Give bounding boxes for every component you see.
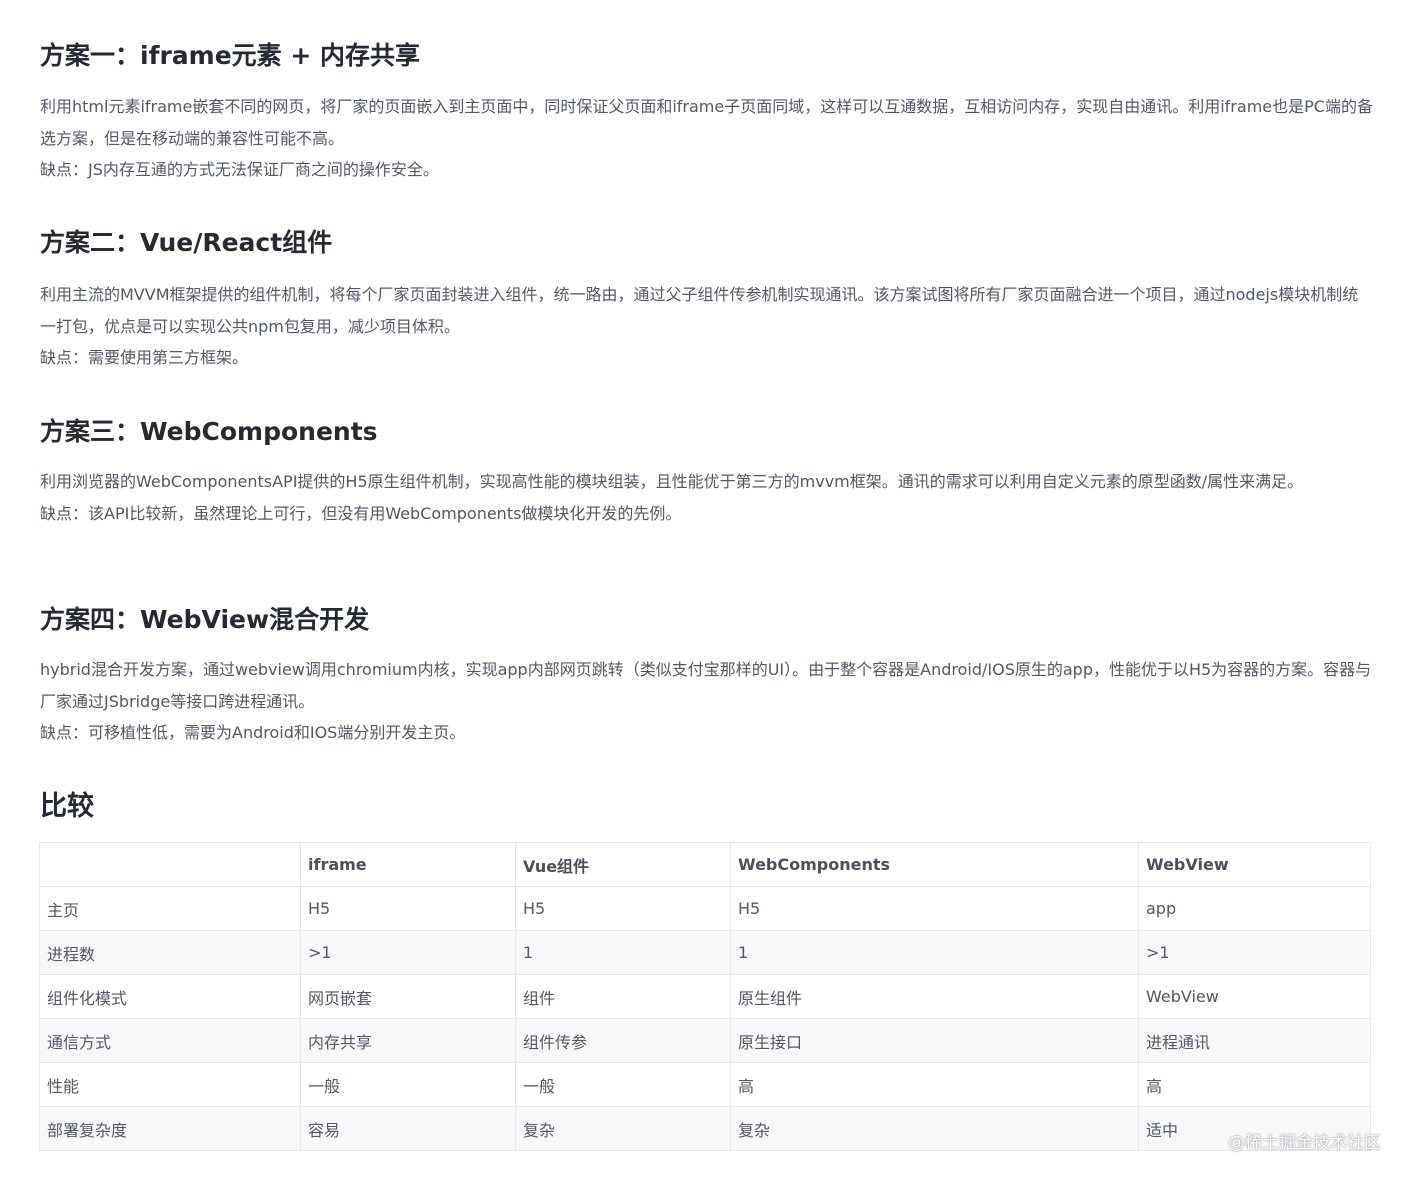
table-cell: 组件: [515, 974, 731, 1019]
section-paragraph: 利用主流的MVVM框架提供的组件机制，将每个厂家页面封装进入组件，统一路由，通过…: [40, 285, 1359, 336]
section-drawback: 缺点：可移植性低，需要为Android和IOS端分别开发主页。: [40, 723, 466, 742]
section-body-webview: hybrid混合开发方案，通过webview调用chromium内核，实现app…: [40, 654, 1374, 749]
section-title-webview: 方案四：WebView混合开发: [40, 605, 370, 634]
table-row: 组件化模式 网页嵌套 组件 原生组件 WebView: [39, 974, 1371, 1019]
table-cell: 网页嵌套: [300, 974, 516, 1019]
section-paragraph: 利用html元素iframe嵌套不同的网页，将厂家的页面嵌入到主页面中，同时保证…: [40, 97, 1373, 148]
table-cell: 组件传参: [515, 1018, 731, 1063]
table-cell: H5: [730, 886, 1139, 931]
table-row: 主页 H5 H5 H5 app: [39, 886, 1371, 931]
table-header-cell: [39, 842, 301, 887]
section-title-iframe: 方案一：iframe元素 + 内存共享: [40, 41, 421, 70]
table-cell: 通信方式: [39, 1018, 301, 1063]
section-drawback: 缺点：需要使用第三方框架。: [40, 348, 249, 367]
section-paragraph: 利用浏览器的WebComponentsAPI提供的H5原生组件机制，实现高性能的…: [40, 472, 1304, 491]
section-body-vue-react: 利用主流的MVVM框架提供的组件机制，将每个厂家页面封装进入组件，统一路由，通过…: [40, 279, 1374, 374]
table-cell: 部署复杂度: [39, 1106, 301, 1151]
comparison-title: 比较: [40, 791, 94, 822]
table-cell: 一般: [300, 1062, 516, 1107]
table-header-row: iframe Vue组件 WebComponents WebView: [39, 842, 1371, 887]
section-paragraph: hybrid混合开发方案，通过webview调用chromium内核，实现app…: [40, 660, 1372, 711]
table-header-cell: WebComponents: [730, 842, 1139, 887]
table-cell: 高: [1138, 1062, 1371, 1107]
table-cell: H5: [300, 886, 516, 931]
table-row: 性能 一般 一般 高 高: [39, 1062, 1371, 1107]
table-cell: H5: [515, 886, 731, 931]
section-title-webcomponents: 方案三：WebComponents: [40, 417, 378, 446]
watermark: @稀土掘金技术社区: [1228, 1133, 1381, 1153]
table-cell: 一般: [515, 1062, 731, 1107]
section-body-iframe: 利用html元素iframe嵌套不同的网页，将厂家的页面嵌入到主页面中，同时保证…: [40, 91, 1374, 186]
table-row: 进程数 >1 1 1 >1: [39, 930, 1371, 975]
section-drawback: 缺点：JS内存互通的方式无法保证厂商之间的操作安全。: [40, 160, 439, 179]
table-cell: 内存共享: [300, 1018, 516, 1063]
table-cell: 性能: [39, 1062, 301, 1107]
comparison-table: iframe Vue组件 WebComponents WebView 主页 H5…: [39, 842, 1371, 1151]
table-cell: 主页: [39, 886, 301, 931]
table-cell: >1: [1138, 930, 1371, 975]
table-cell: 高: [730, 1062, 1139, 1107]
table-header-cell: iframe: [300, 842, 516, 887]
table-cell: 原生接口: [730, 1018, 1139, 1063]
section-drawback: 缺点：该API比较新，虽然理论上可行，但没有用WebComponents做模块化…: [40, 503, 682, 523]
table-cell: 复杂: [515, 1106, 731, 1151]
section-body-webcomponents: 利用浏览器的WebComponentsAPI提供的H5原生组件机制，实现高性能的…: [40, 466, 1374, 529]
table-cell: app: [1138, 886, 1371, 931]
table-cell: 1: [515, 930, 731, 975]
table-cell: WebView: [1138, 974, 1371, 1019]
table-cell: 1: [730, 930, 1139, 975]
table-row: 通信方式 内存共享 组件传参 原生接口 进程通讯: [39, 1018, 1371, 1063]
table-header-cell: WebView: [1138, 842, 1371, 887]
table-header-cell: Vue组件: [515, 842, 731, 887]
table-cell: 复杂: [730, 1106, 1139, 1151]
table-cell: >1: [300, 930, 516, 975]
table-cell: 进程数: [39, 930, 301, 975]
table-cell: 原生组件: [730, 974, 1139, 1019]
table-cell: 组件化模式: [39, 974, 301, 1019]
section-title-vue-react: 方案二：Vue/React组件: [40, 228, 333, 257]
table-cell: 进程通讯: [1138, 1018, 1371, 1063]
table-cell: 容易: [300, 1106, 516, 1151]
table-row: 部署复杂度 容易 复杂 复杂 适中: [39, 1106, 1371, 1151]
